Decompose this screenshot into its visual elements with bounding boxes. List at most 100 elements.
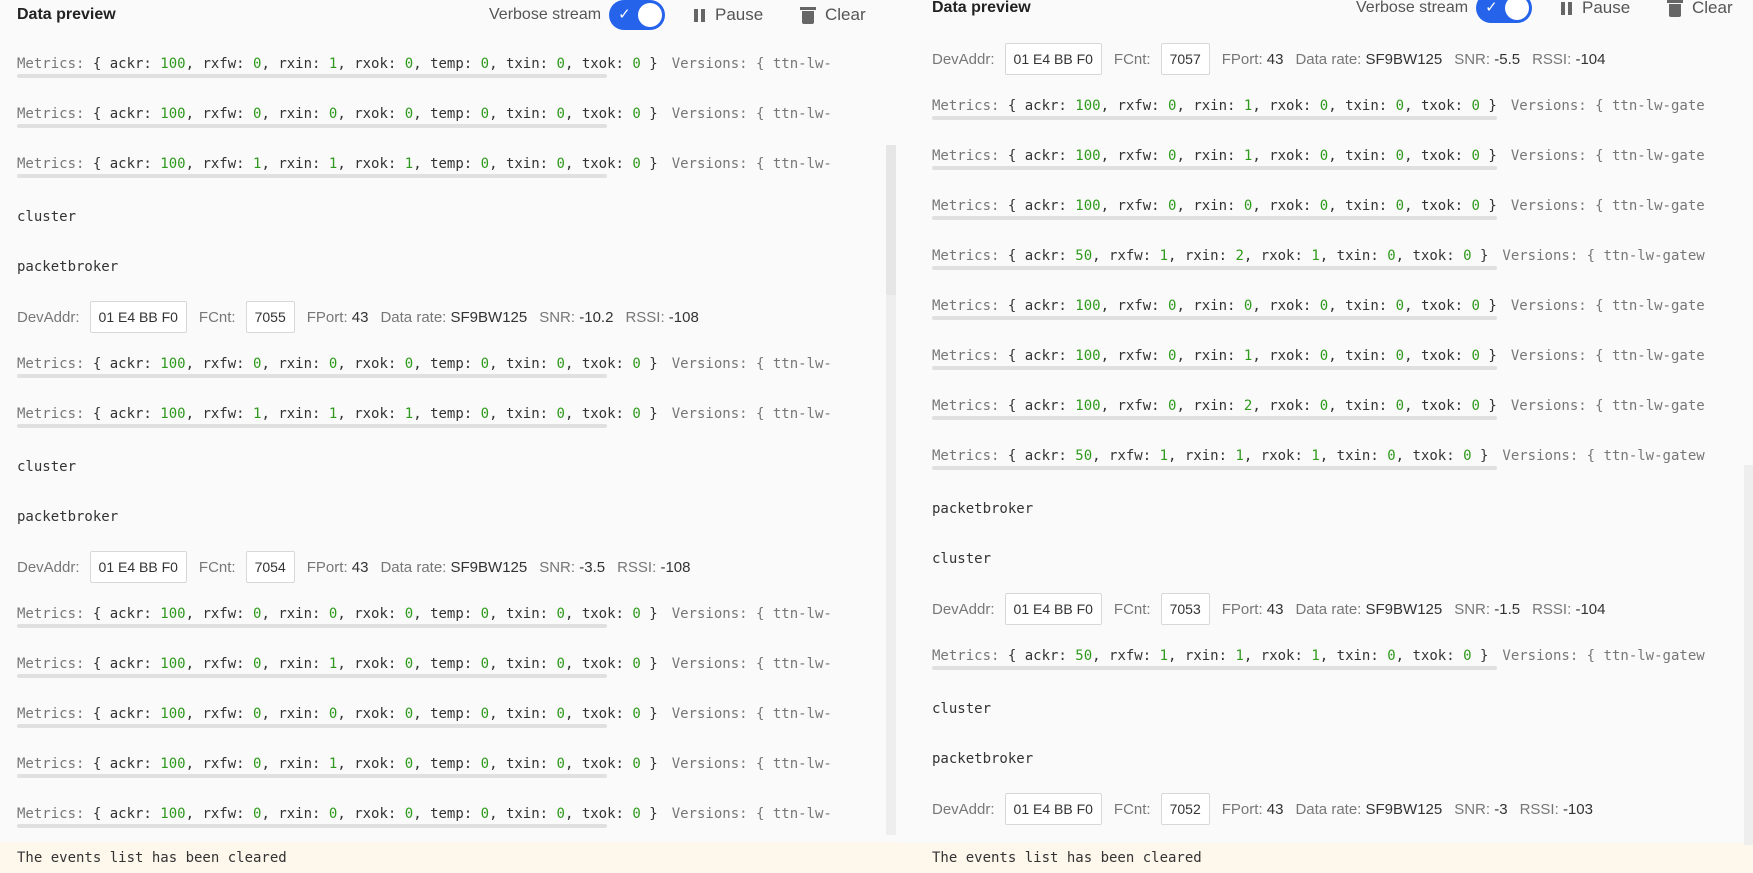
devaddr-field[interactable]: 01 E4 BB F0 — [1004, 593, 1102, 625]
metric-txin-key: txin: — [505, 406, 557, 422]
metrics-event-row[interactable]: Metrics: { ackr: 100, rxfw: 1, rxin: 1, … — [17, 142, 832, 192]
metrics-event-row[interactable]: Metrics: { ackr: 100, rxfw: 0, rxin: 0, … — [932, 184, 1705, 234]
uplink-event-row[interactable]: DevAddr: 01 E4 BB F0 FCnt: 7054 FPort: 43 Dat… — [17, 542, 690, 592]
devaddr-field[interactable]: 01 E4 BB F0 — [1004, 43, 1102, 75]
metric-rxok-value: 1 — [404, 156, 414, 172]
stream-event-row[interactable]: packetbroker — [17, 492, 118, 542]
event-text: cluster — [17, 459, 77, 475]
datarate-label: Data rate: — [380, 308, 451, 326]
metric-temp-value: 0 — [480, 606, 490, 622]
metric-rxok-key: rxok: — [354, 106, 405, 122]
metrics-event-row[interactable]: Metrics: { ackr: 100, rxfw: 0, rxin: 2, … — [932, 384, 1705, 434]
fcnt-field[interactable]: 7052 — [1160, 793, 1210, 825]
metric-txin-key: txin: — [505, 656, 557, 672]
separator: , — [1100, 148, 1118, 164]
uplink-event-row[interactable]: DevAddr: 01 E4 BB F0 FCnt: 7057 FPort: 43 Dat… — [932, 34, 1605, 84]
stream-event-row[interactable]: packetbroker — [17, 242, 118, 292]
metric-rxin-value: 1 — [1235, 648, 1244, 664]
metric-rxfw-key: rxfw: — [202, 656, 254, 672]
metric-rxok-key: rxok: — [354, 756, 405, 772]
metrics-key: Metrics: — [17, 406, 93, 422]
devaddr-field[interactable]: 01 E4 BB F0 — [89, 551, 187, 583]
metric-rxok-key: rxok: — [354, 56, 405, 72]
separator: , — [489, 756, 506, 772]
metric-rxok-value: 0 — [1319, 398, 1329, 414]
metrics-event-row[interactable]: Metrics: { ackr: 100, rxfw: 0, rxin: 1, … — [932, 134, 1705, 184]
metrics-event-row[interactable]: Metrics: { ackr: 100, rxfw: 0, rxin: 1, … — [17, 42, 832, 92]
metric-ackr-value: 100 — [1075, 198, 1101, 214]
metrics-event-row[interactable]: Metrics: { ackr: 100, rxfw: 0, rxin: 1, … — [932, 334, 1705, 384]
pause-icon — [694, 8, 705, 22]
stream-event-row[interactable]: packetbroker — [932, 484, 1033, 534]
stream-event-row[interactable]: cluster — [932, 684, 991, 734]
metrics-event-row[interactable]: Metrics: { ackr: 100, rxfw: 0, rxin: 0, … — [17, 592, 832, 642]
left-clear-button[interactable]: Clear — [800, 0, 866, 36]
separator: , — [564, 156, 582, 172]
fport-value: 43 — [351, 558, 369, 576]
metrics-event-row[interactable]: Metrics: { ackr: 100, rxfw: 0, rxin: 0, … — [17, 92, 832, 142]
rssi-label: RSSI: — [1532, 600, 1576, 618]
metrics-event-row[interactable]: Metrics: { ackr: 100, rxfw: 0, rxin: 0, … — [17, 342, 832, 392]
fcnt-field[interactable]: 7054 — [245, 551, 295, 583]
metrics-event-row[interactable]: Metrics: { ackr: 50, rxfw: 1, rxin: 1, r… — [932, 434, 1705, 484]
metrics-event-row[interactable]: Metrics: { ackr: 50, rxfw: 1, rxin: 1, r… — [932, 634, 1705, 684]
metric-txin-value: 0 — [556, 56, 565, 72]
separator: , — [413, 656, 431, 672]
versions-text: Versions: { ttn-lw-gate — [1510, 198, 1705, 214]
separator: , — [413, 106, 431, 122]
right-verbose-toggle[interactable]: ✓ — [1476, 0, 1533, 23]
right-scrollbar-track[interactable] — [1744, 465, 1753, 845]
separator: } — [640, 406, 658, 422]
stream-event-row[interactable]: cluster — [17, 442, 76, 492]
metrics-key: Metrics: — [932, 198, 1008, 214]
metric-rxin-key: rxin: — [278, 706, 329, 722]
metric-txin-value: 0 — [1395, 98, 1405, 114]
metrics-event-row[interactable]: Metrics: { ackr: 100, rxfw: 0, rxin: 1, … — [17, 742, 832, 792]
left-verbose-toggle[interactable]: ✓ — [609, 0, 666, 30]
datarate-value: SF9BW125 — [450, 558, 528, 576]
stream-event-row[interactable]: cluster — [932, 534, 991, 584]
metric-txok-value: 0 — [632, 106, 641, 122]
uplink-event-row[interactable]: DevAddr: 01 E4 BB F0 FCnt: 7053 FPort: 43 Dat… — [932, 584, 1605, 634]
fport-value: 43 — [1266, 50, 1284, 68]
fcnt-field[interactable]: 7055 — [245, 301, 295, 333]
metrics-event-row[interactable]: Metrics: { ackr: 50, rxfw: 1, rxin: 2, r… — [932, 234, 1705, 284]
uplink-event-row[interactable]: DevAddr: 01 E4 BB F0 FCnt: 7052 FPort: 43 Dat… — [932, 784, 1593, 834]
metric-txin-key: txin: — [1345, 348, 1396, 364]
left-pause-button[interactable]: Pause — [694, 0, 763, 36]
metrics-event-row[interactable]: Metrics: { ackr: 100, rxfw: 0, rxin: 1, … — [17, 642, 832, 692]
metric-rxfw-key: rxfw: — [1117, 348, 1169, 364]
devaddr-field[interactable]: 01 E4 BB F0 — [1004, 793, 1102, 825]
separator: , — [1252, 148, 1270, 164]
separator: , — [1404, 348, 1421, 364]
metrics-event-row[interactable]: Metrics: { ackr: 100, rxfw: 0, rxin: 0, … — [17, 692, 832, 742]
right-clear-button[interactable]: Clear — [1667, 0, 1733, 29]
left-scrollbar-track[interactable] — [886, 295, 896, 835]
metric-txin-key: txin: — [505, 756, 557, 772]
separator: , — [337, 406, 355, 422]
separator: , — [337, 156, 355, 172]
separator: } — [1479, 148, 1497, 164]
fcnt-label: FCnt: — [198, 558, 236, 576]
left-scrollbar-thumb[interactable] — [886, 145, 896, 295]
fcnt-field[interactable]: 7053 — [1160, 593, 1210, 625]
metrics-event-row[interactable]: Metrics: { ackr: 100, rxfw: 0, rxin: 1, … — [932, 84, 1705, 134]
metrics-event-row[interactable]: Metrics: { ackr: 100, rxfw: 0, rxin: 0, … — [17, 792, 832, 842]
devaddr-field[interactable]: 01 E4 BB F0 — [89, 301, 187, 333]
metrics-event-row[interactable]: Metrics: { ackr: 100, rxfw: 1, rxin: 1, … — [17, 392, 832, 442]
metric-rxok-key: rxok: — [354, 806, 405, 822]
metric-ackr-key: ackr: — [1024, 298, 1076, 314]
stream-event-row[interactable]: cluster — [17, 192, 76, 242]
right-pause-button[interactable]: Pause — [1561, 0, 1630, 29]
metric-ackr-key: ackr: — [1024, 648, 1076, 664]
separator: , — [1395, 248, 1413, 264]
uplink-event-row[interactable]: DevAddr: 01 E4 BB F0 FCnt: 7055 FPort: 43 Dat… — [17, 292, 699, 342]
metric-rxfw-key: rxfw: — [202, 56, 254, 72]
separator: , — [1404, 148, 1421, 164]
stream-event-row[interactable]: packetbroker — [932, 734, 1033, 784]
fcnt-field[interactable]: 7057 — [1160, 43, 1210, 75]
metrics-event-row[interactable]: Metrics: { ackr: 100, rxfw: 0, rxin: 0, … — [932, 284, 1705, 334]
metrics-line: Metrics: { ackr: 100, rxfw: 0, rxin: 0, … — [17, 706, 832, 728]
metrics-key: Metrics: — [17, 356, 93, 372]
metric-txin-key: txin: — [1345, 198, 1396, 214]
